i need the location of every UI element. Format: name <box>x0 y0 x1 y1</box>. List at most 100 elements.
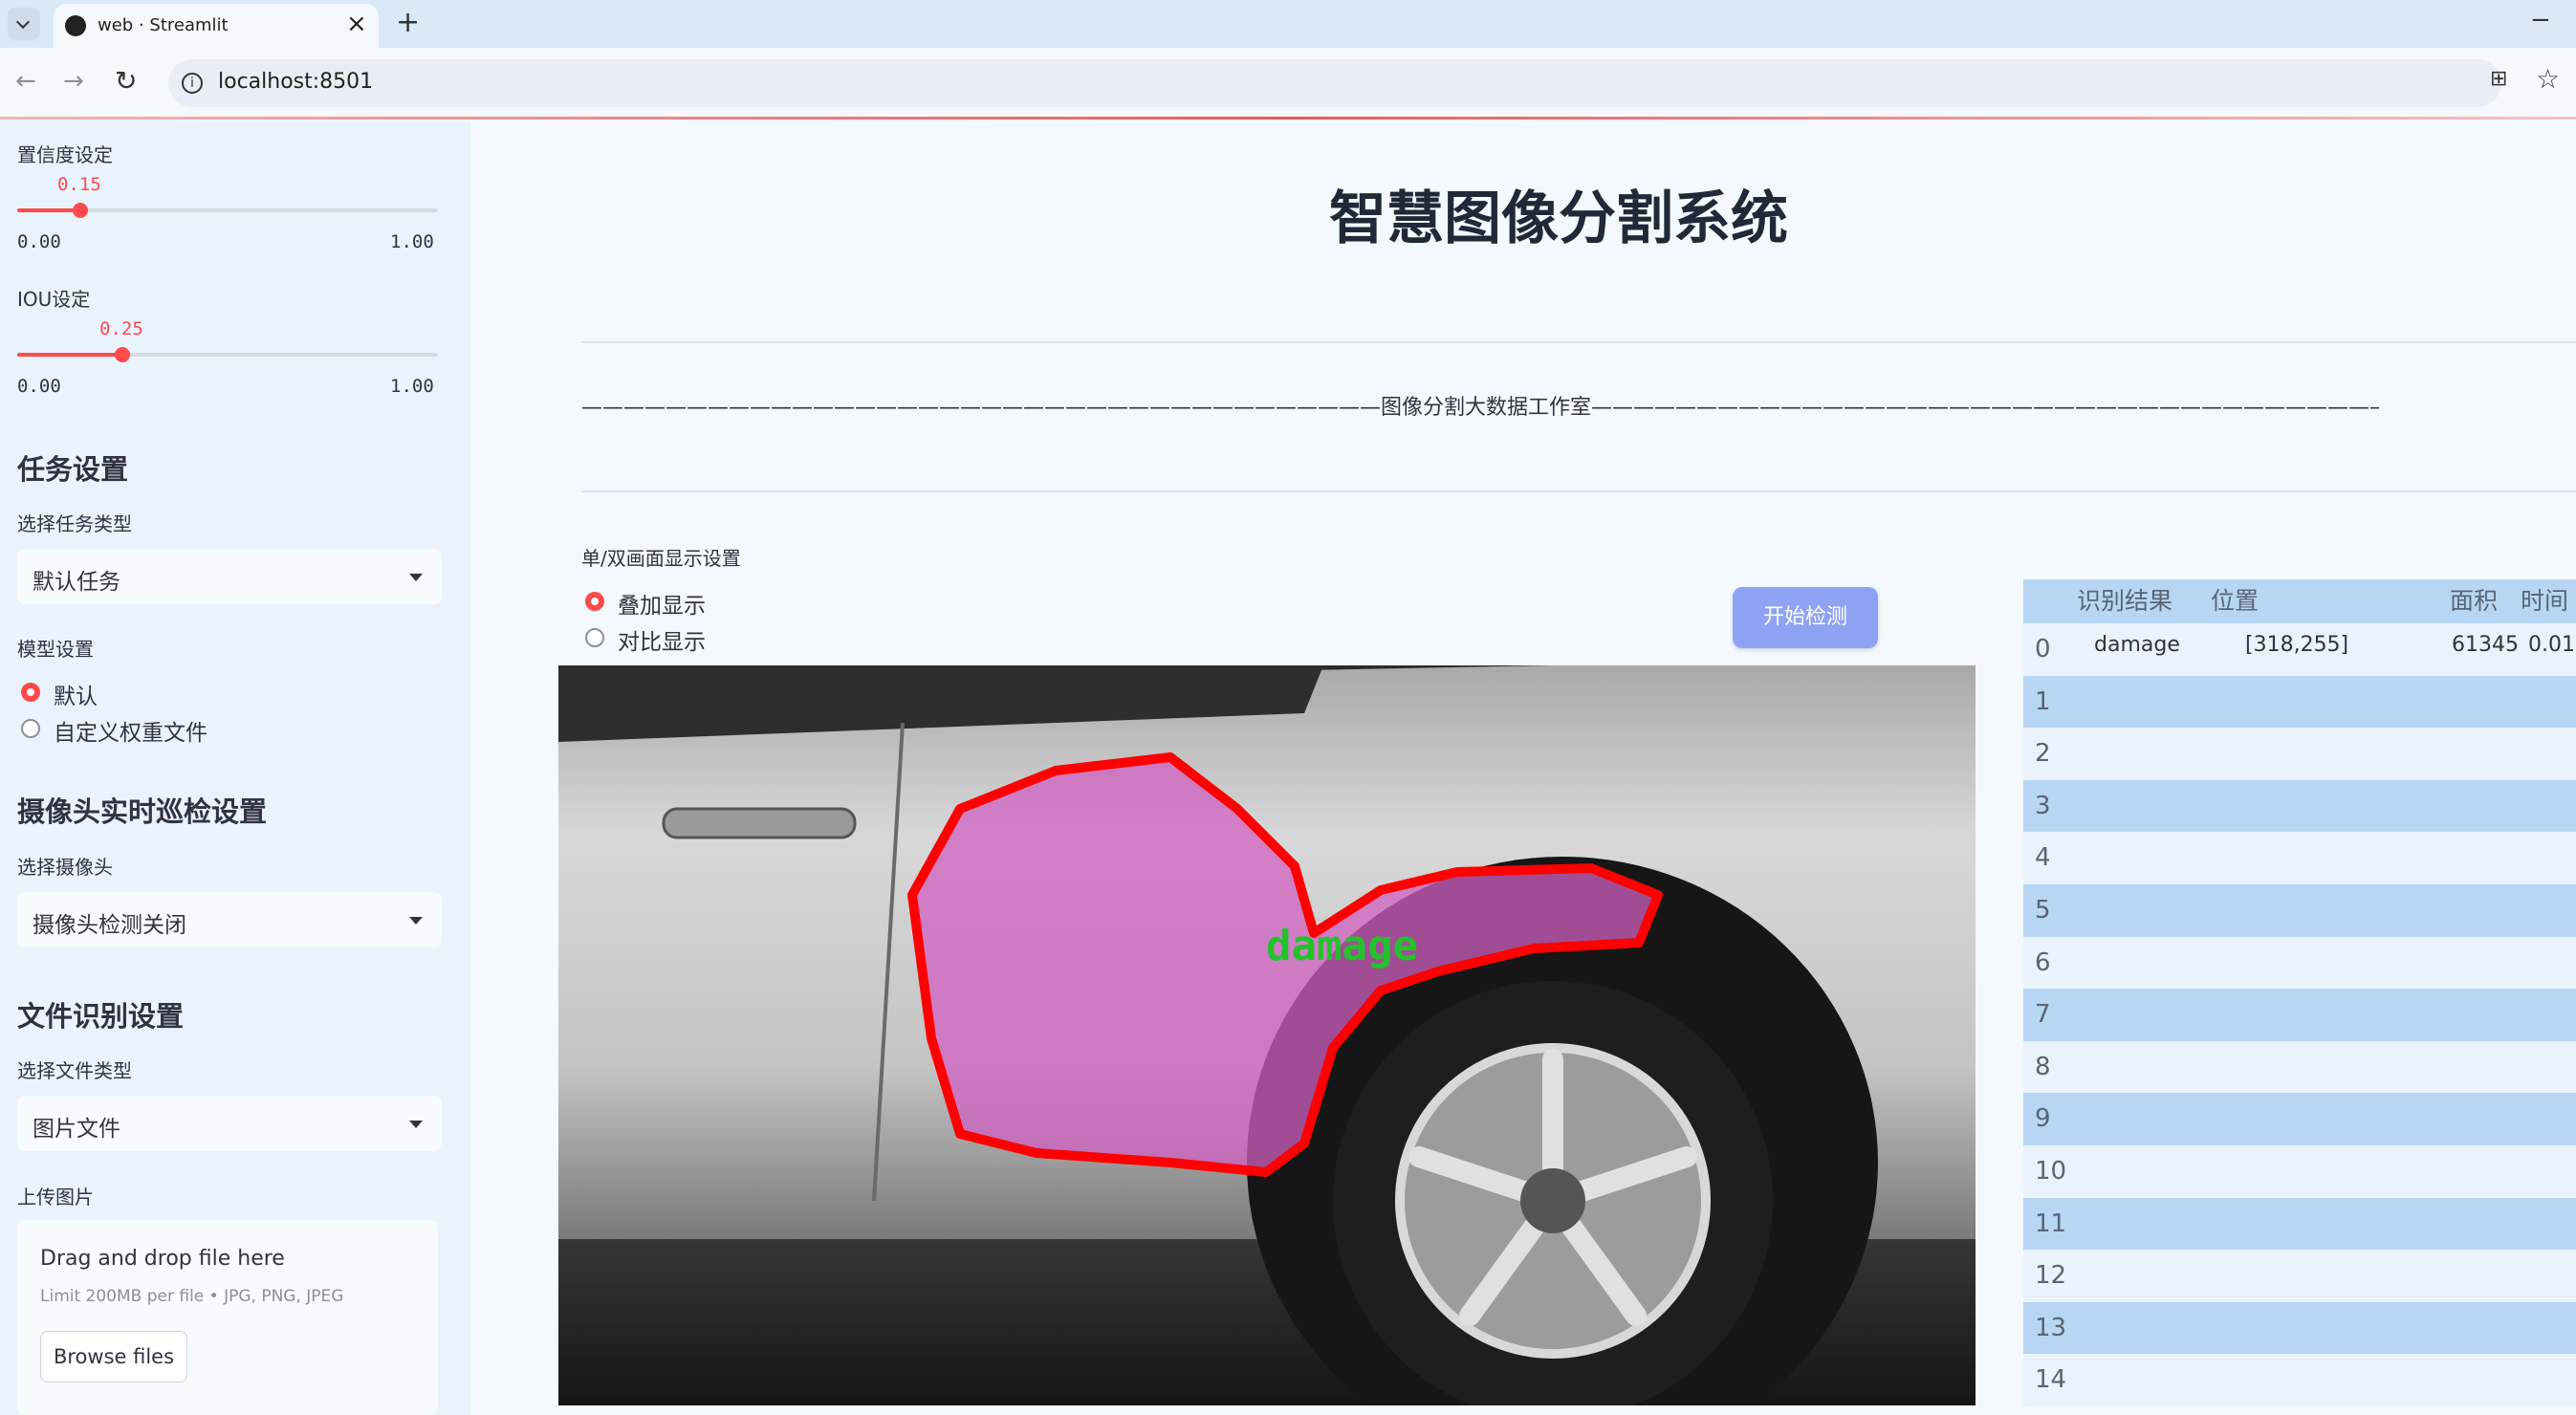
confidence-slider-fill <box>17 208 80 212</box>
close-tab-icon[interactable]: × <box>346 10 367 38</box>
row-index: 0 <box>2035 635 2051 664</box>
minimize-button[interactable]: − <box>2530 6 2551 34</box>
browse-files-label: Browse files <box>53 1345 175 1368</box>
confidence-min: 0.00 <box>17 231 61 252</box>
cell-result: damage <box>2094 633 2180 657</box>
table-row[interactable]: 4 <box>2023 832 2576 884</box>
row-index: 3 <box>2035 791 2051 820</box>
header-result[interactable]: 识别结果 <box>2077 579 2172 623</box>
site-info-icon[interactable]: i <box>182 73 203 94</box>
iou-label: IOU设定 <box>17 288 91 311</box>
new-tab-button[interactable]: + <box>396 6 420 39</box>
table-row[interactable]: 5 <box>2023 884 2576 937</box>
confidence-slider-thumb[interactable] <box>73 203 88 218</box>
caret-down-icon <box>409 1121 423 1128</box>
table-row[interactable]: 0 damage [318,255] 61345 0.01 <box>2023 623 2576 676</box>
table-row[interactable]: 2 <box>2023 728 2576 780</box>
cell-area: 61345 <box>2452 633 2519 657</box>
table-row[interactable]: 7 <box>2023 989 2576 1041</box>
task-type-value: 默认任务 <box>33 570 120 595</box>
row-index: 13 <box>2035 1313 2067 1342</box>
browse-files-button[interactable]: Browse files <box>40 1331 187 1382</box>
forward-icon[interactable]: → <box>63 67 84 96</box>
header-position[interactable]: 位置 <box>2211 579 2259 623</box>
camera-section-heading: 摄像头实时巡检设置 <box>17 795 268 828</box>
row-index: 2 <box>2035 739 2051 769</box>
confidence-label: 置信度设定 <box>17 143 113 166</box>
tab-title: web · Streamlit <box>98 15 229 35</box>
row-index: 14 <box>2035 1365 2067 1395</box>
start-detection-label: 开始检测 <box>1762 605 1847 629</box>
caret-down-icon <box>409 917 423 925</box>
file-dropzone[interactable]: Drag and drop file here Limit 200MB per … <box>17 1220 438 1415</box>
camera-value: 摄像头检测关闭 <box>33 913 186 938</box>
header-time[interactable]: 时间 <box>2521 579 2568 623</box>
row-index: 10 <box>2035 1157 2067 1186</box>
confidence-value: 0.15 <box>57 174 101 195</box>
file-section-heading: 文件识别设置 <box>17 1000 185 1033</box>
hub <box>1520 1168 1585 1233</box>
bookmark-star-icon[interactable]: ☆ <box>2536 63 2560 95</box>
back-icon[interactable]: ← <box>15 67 36 96</box>
table-row[interactable]: 8 <box>2023 1040 2576 1094</box>
result-image: damage <box>558 665 1976 1405</box>
camera-label: 选择摄像头 <box>17 856 113 879</box>
confidence-max: 1.00 <box>390 231 434 252</box>
iou-slider-fill <box>17 353 122 357</box>
camera-select[interactable]: 摄像头检测关闭 <box>17 892 442 947</box>
table-row[interactable]: 12 <box>2023 1250 2576 1302</box>
browser-tab[interactable]: web · Streamlit × <box>54 4 379 48</box>
bottom-divider <box>581 490 2576 492</box>
browser-tab-bar <box>0 0 2576 48</box>
table-row[interactable]: 9 <box>2023 1093 2576 1145</box>
display-option-overlay[interactable]: 叠加显示 <box>618 587 706 620</box>
tab-list-dropdown[interactable] <box>8 8 40 40</box>
row-index: 6 <box>2035 947 2051 977</box>
page-title: 智慧图像分割系统 <box>1329 185 1788 252</box>
row-index: 12 <box>2035 1261 2067 1291</box>
table-row[interactable]: 13 <box>2023 1301 2576 1355</box>
model-radio-custom[interactable] <box>21 719 40 738</box>
model-label: 模型设置 <box>17 638 94 661</box>
reload-icon[interactable]: ↻ <box>115 65 137 97</box>
chevron-down-icon <box>15 14 31 30</box>
model-radio-default[interactable] <box>21 683 40 702</box>
table-row[interactable]: 11 <box>2023 1197 2576 1251</box>
subtitle: ——————————————————————————————————————图像… <box>581 390 2379 419</box>
top-divider <box>581 341 2576 343</box>
iou-slider-thumb[interactable] <box>115 347 130 362</box>
row-index: 8 <box>2035 1052 2051 1081</box>
results-table[interactable]: 识别结果 位置 面积 时间 0 damage [318,255] 61345 0.01 1… <box>2023 579 2576 1415</box>
display-setting-label: 单/双画面显示设置 <box>581 547 741 570</box>
model-option-custom[interactable]: 自定义权重文件 <box>54 714 207 747</box>
row-index: 9 <box>2035 1104 2051 1134</box>
start-detection-button[interactable]: 开始检测 <box>1733 587 1878 648</box>
cell-position: [318,255] <box>2245 633 2349 657</box>
subtitle-text: ——————————————————————————————————————图像… <box>581 396 2379 419</box>
url-field[interactable]: i localhost:8501 <box>168 59 2501 107</box>
file-type-label: 选择文件类型 <box>17 1059 132 1082</box>
file-type-select[interactable]: 图片文件 <box>17 1096 442 1151</box>
task-type-select[interactable]: 默认任务 <box>17 549 442 604</box>
model-option-default[interactable]: 默认 <box>54 678 98 710</box>
task-section-heading: 任务设置 <box>17 453 129 486</box>
display-option-compare[interactable]: 对比显示 <box>618 623 706 656</box>
iou-value: 0.25 <box>99 318 143 339</box>
cell-time: 0.01 <box>2528 633 2575 657</box>
row-index: 1 <box>2035 686 2051 716</box>
dropzone-hint: Limit 200MB per file • JPG, PNG, JPEG <box>40 1287 344 1306</box>
header-area[interactable]: 面积 <box>2450 579 2498 623</box>
table-row[interactable]: 6 <box>2023 936 2576 990</box>
row-index: 7 <box>2035 1000 2051 1030</box>
iou-max: 1.00 <box>390 376 434 397</box>
table-row[interactable]: 1 <box>2023 675 2576 729</box>
table-row[interactable]: 10 <box>2023 1145 2576 1198</box>
row-index: 11 <box>2035 1208 2067 1238</box>
display-radio-compare[interactable] <box>585 628 604 647</box>
translate-icon[interactable]: ⊞ <box>2490 67 2507 91</box>
table-row[interactable]: 3 <box>2023 779 2576 833</box>
display-radio-overlay[interactable] <box>585 592 604 611</box>
segmentation-result-image: damage <box>558 665 1976 1405</box>
table-row[interactable]: 14 <box>2023 1354 2576 1406</box>
caret-down-icon <box>409 574 423 581</box>
